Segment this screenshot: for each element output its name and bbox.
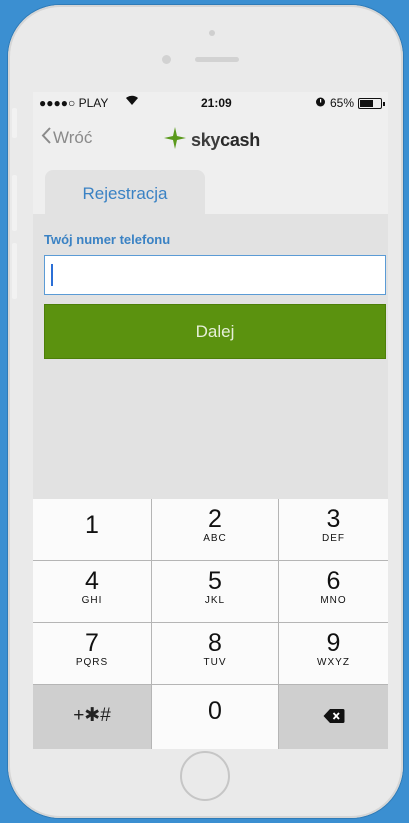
key-0[interactable]: 0 [152,685,279,749]
front-camera [162,55,171,64]
skycash-logo: skycash [163,126,260,155]
volume-up-button [12,175,17,231]
key-5[interactable]: 5 JKL [152,561,279,623]
backspace-key[interactable] [279,685,388,749]
status-bar: ●●●●○ PLAY 21:09 65% [33,92,388,114]
key-9[interactable]: 9 WXYZ [279,623,388,685]
status-right: 65% [315,96,385,110]
tab-rejestracja[interactable]: Rejestracja [45,170,205,214]
registration-form: Twój numer telefonu Dalej [33,214,388,499]
key-3[interactable]: 3 DEF [279,499,388,561]
key-2[interactable]: 2 ABC [152,499,279,561]
battery-icon [358,97,385,109]
app-screen: ●●●●○ PLAY 21:09 65% Wróć skycash Rejest… [33,92,388,749]
key-7[interactable]: 7 PQRS [33,623,152,685]
back-button[interactable]: Wróć [41,127,92,149]
logo-text: skycash [191,130,260,150]
back-label: Wróć [53,128,93,147]
home-button[interactable] [180,751,230,801]
camera-dot [209,30,215,36]
earpiece-speaker [195,57,239,62]
backspace-icon [279,708,388,729]
mute-switch [12,108,17,138]
nav-bar: Wróć skycash [33,114,388,156]
phone-input[interactable] [44,255,386,295]
key-6[interactable]: 6 MNO [279,561,388,623]
volume-down-button [12,243,17,299]
text-cursor [51,264,53,286]
battery-percent: 65% [329,96,354,110]
tab-bar: Rejestracja [33,170,388,214]
carrier-label: ●●●●○ PLAY [39,96,109,110]
key-1[interactable]: 1 [33,499,152,561]
alarm-icon [315,96,326,110]
phone-label: Twój numer telefonu [44,232,171,247]
clock: 21:09 [201,96,232,110]
key-4[interactable]: 4 GHI [33,561,152,623]
star-icon [163,126,187,155]
wifi-icon [125,94,139,109]
key-8[interactable]: 8 TUV [152,623,279,685]
numeric-keypad: 1 2 ABC 3 DEF 4 GHI 5 JKL 6 MNO 7 PQRS 8 TUV 9W… [33,499,388,749]
chevron-left-icon [41,127,51,149]
key-symbols[interactable]: +✱# [33,685,152,749]
next-button[interactable]: Dalej [44,304,386,359]
